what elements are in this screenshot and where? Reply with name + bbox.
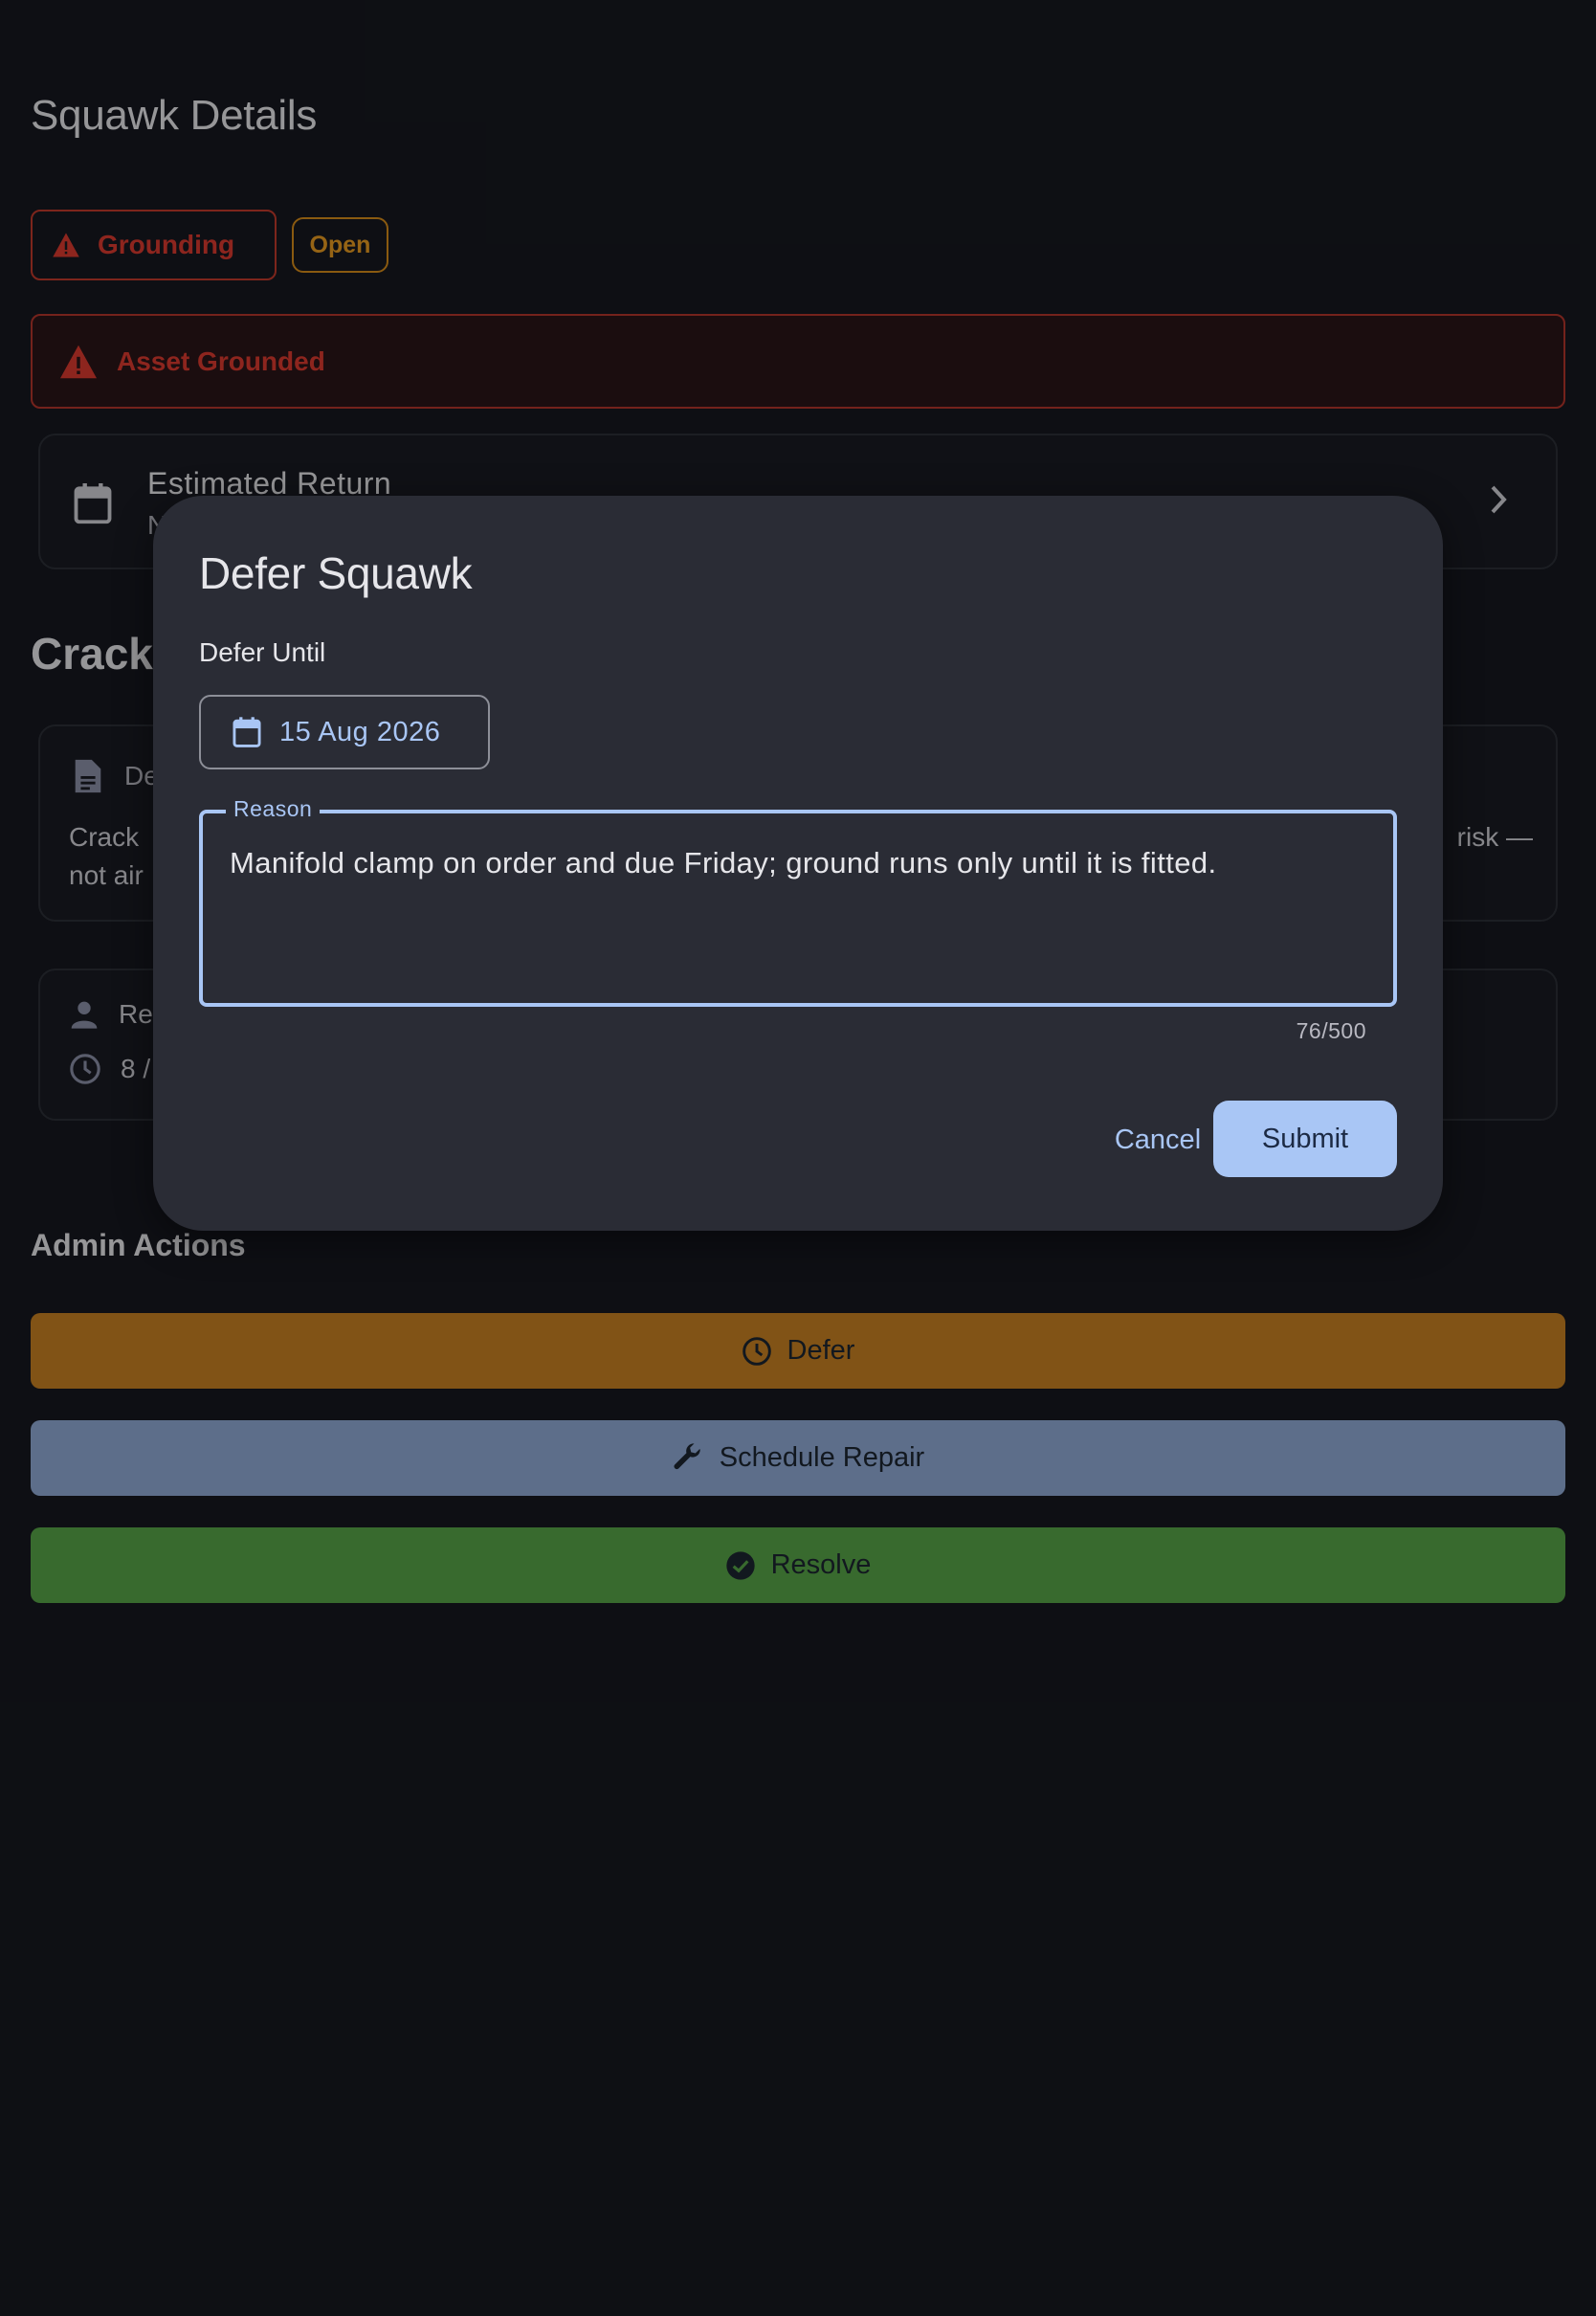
submit-button[interactable]: Submit: [1213, 1101, 1397, 1177]
date-picker-button[interactable]: 15 Aug 2026: [199, 695, 490, 769]
date-value: 15 Aug 2026: [279, 716, 441, 747]
reason-label: Reason: [226, 796, 321, 822]
calendar-icon: [232, 716, 262, 748]
character-counter: 76/500: [1296, 1018, 1366, 1043]
defer-dialog: Defer Squawk Defer Until 15 Aug 2026 Rea…: [153, 496, 1443, 1231]
reason-input-text[interactable]: Manifold clamp on order and due Friday; …: [230, 846, 1217, 880]
defer-until-label: Defer Until: [199, 637, 326, 667]
dialog-title: Defer Squawk: [199, 548, 473, 598]
reason-field[interactable]: Reason Manifold clamp on order and due F…: [199, 796, 1397, 1007]
